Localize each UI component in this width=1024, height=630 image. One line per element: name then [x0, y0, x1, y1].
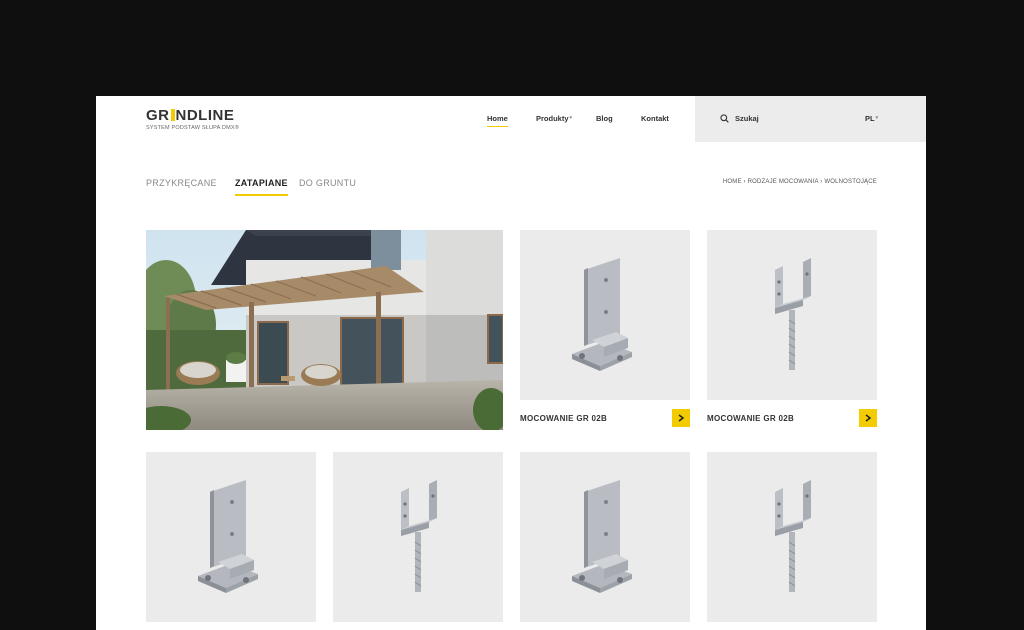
nav-produkty[interactable]: Produkty▾	[536, 114, 572, 123]
logo[interactable]: GR NDLINE SYSTEM PODSTAW SŁUPA DMX®	[146, 107, 239, 132]
product-tile[interactable]	[707, 230, 877, 400]
chevron-right-icon	[678, 414, 685, 422]
post-base-plate-icon	[572, 258, 632, 371]
tab-do-gruntu[interactable]: DO GRUNTU	[299, 178, 356, 188]
nav-produkty-label: Produkty	[536, 114, 569, 123]
logo-text-b: NDLINE	[175, 107, 235, 124]
nav-home[interactable]: Home	[487, 114, 508, 127]
logo-subtitle: SYSTEM PODSTAW SŁUPA DMX®	[146, 125, 239, 131]
product-title[interactable]: MOCOWANIE GR 02B	[520, 414, 607, 423]
product-arrow-button[interactable]	[859, 409, 877, 427]
product-tile[interactable]	[146, 452, 316, 622]
post-fork-anchor-icon	[775, 258, 811, 370]
logo-mark	[170, 109, 175, 121]
nav-blog[interactable]: Blog	[596, 114, 613, 123]
chevron-down-icon: ▾	[569, 115, 573, 121]
product-tile[interactable]	[520, 452, 690, 622]
post-base-plate-icon	[572, 480, 632, 593]
pergola-illustration	[146, 230, 503, 430]
post-base-plate-icon	[198, 480, 258, 593]
page: GR NDLINE SYSTEM PODSTAW SŁUPA DMX® Home …	[96, 96, 926, 630]
language-label: PL	[865, 114, 875, 123]
search-bar[interactable]: Szukaj PL▾	[695, 96, 926, 142]
tab-przykrecane[interactable]: PRZYKRĘCANE	[146, 178, 217, 188]
chevron-right-icon	[865, 414, 872, 422]
language-switcher[interactable]: PL▾	[865, 114, 878, 123]
tab-zatapiane[interactable]: ZATAPIANE	[235, 178, 288, 196]
search-input[interactable]: Szukaj	[735, 114, 759, 123]
product-title[interactable]: MOCOWANIE GR 02B	[707, 414, 794, 423]
product-tile[interactable]	[520, 230, 690, 400]
product-tile[interactable]	[333, 452, 503, 622]
breadcrumb: HOME › RODZAJE MOCOWANIA › WOLNOSTOJĄCE	[722, 179, 877, 185]
post-fork-anchor-icon	[775, 480, 811, 592]
product-tile[interactable]	[707, 452, 877, 622]
product-arrow-button[interactable]	[672, 409, 690, 427]
logo-text-a: GR	[146, 107, 170, 124]
chevron-down-icon: ▾	[875, 115, 879, 121]
hero-image	[146, 230, 503, 430]
nav-kontakt[interactable]: Kontakt	[641, 114, 669, 123]
search-icon[interactable]	[720, 114, 729, 123]
post-fork-anchor-icon	[401, 480, 437, 592]
